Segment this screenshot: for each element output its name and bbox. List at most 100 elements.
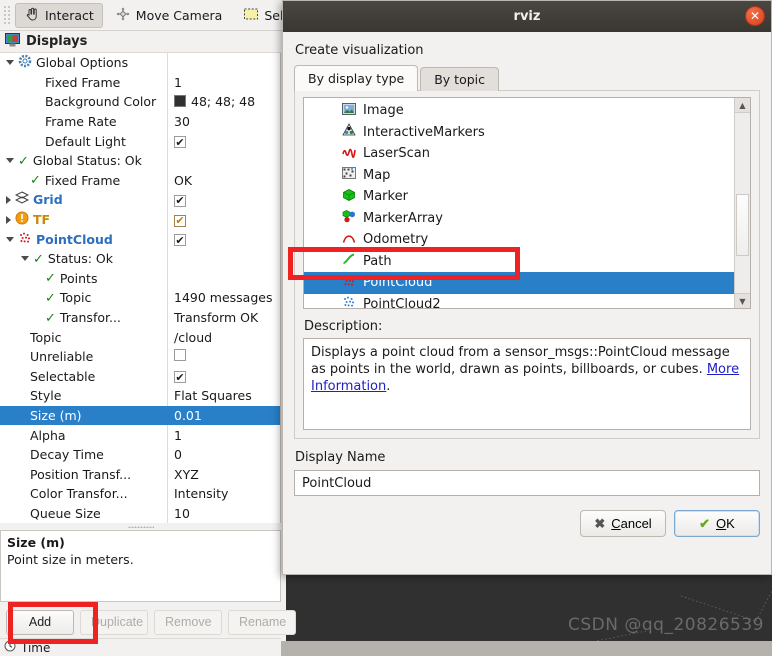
tree-row-topic[interactable]: ✓ Topic 1490 messages [0,288,280,308]
tree-row-value[interactable]: ✔ [171,212,280,227]
ok-button[interactable]: ✔ OK [674,510,760,537]
tree-row-decay-time[interactable]: Decay Time 0 [0,445,280,465]
check-icon: ✓ [33,251,44,267]
tree-row-position-transf[interactable]: Position Transf... XYZ [0,464,280,484]
display-type-item-image[interactable]: Image [304,100,750,122]
tree-row-value[interactable]: ✔ [171,192,280,207]
tree-row-background-color[interactable]: Background Color 48; 48; 48 [0,92,280,112]
tree-row-tf[interactable]: TF ✔ [0,210,280,230]
laserscan-icon [342,145,356,163]
add-button[interactable]: Add [6,609,74,635]
tree-row-label: Default Light [45,133,126,149]
collapse-arrow-icon[interactable] [6,236,14,242]
display-type-label: Marker [363,189,408,205]
display-type-list[interactable]: Image InteractiveMarkers LaserScan Map Marke… [303,97,751,309]
tree-row-label: Alpha [30,427,66,443]
tree-row-status-ok[interactable]: ✓ Status: Ok [0,249,280,269]
checkbox-checked[interactable]: ✔ [174,371,186,384]
checkbox-checked[interactable]: ✔ [174,194,186,207]
tree-row-value[interactable]: 30 [171,114,280,129]
tree-row-frame-rate[interactable]: Frame Rate 30 [0,112,280,132]
close-icon[interactable]: ✕ [745,6,765,26]
help-text: Point size in meters. [7,551,134,567]
tree-row-pointcloud[interactable]: PointCloud ✔ [0,229,280,249]
tree-row-selectable[interactable]: Selectable ✔ [0,367,280,387]
tree-row-default-light[interactable]: Default Light ✔ [0,131,280,151]
display-type-item-marker[interactable]: Marker [304,186,750,208]
tree-row-value[interactable]: ✔ [171,232,280,247]
tree-row-grid[interactable]: Grid ✔ [0,190,280,210]
scrollbar-thumb[interactable] [736,194,749,256]
tree-row-topic[interactable]: Topic/cloud [0,327,280,347]
tree-row-transfor[interactable]: ✓ Transfor... Transform OK [0,308,280,328]
scroll-up-icon[interactable]: ▲ [735,98,750,113]
tree-row-value[interactable]: OK [171,173,280,188]
checkbox-checked[interactable]: ✔ [174,214,186,227]
tab-by-topic[interactable]: By topic [420,67,500,91]
displays-tree[interactable]: Global Options Fixed Frame 1 Background Col… [0,53,281,523]
display-type-item-markerarray[interactable]: MarkerArray [304,208,750,230]
tree-row-value[interactable]: 0 [171,447,280,462]
tree-row-value[interactable]: Intensity [171,486,280,501]
dialog-title-bar[interactable]: rviz ✕ [283,1,771,32]
tree-row-value[interactable]: 10 [171,506,280,521]
tree-row-value[interactable]: 0.01 [171,408,280,423]
create-visualization-dialog[interactable]: rviz ✕ Create visualization By display t… [282,0,772,575]
tree-row-style[interactable]: Style Flat Squares [0,386,280,406]
display-type-item-map[interactable]: Map [304,165,750,187]
tree-row-value[interactable]: ✔ [171,134,280,149]
tool-move-camera[interactable]: Move Camera [106,3,232,28]
displays-dock-title: Displays [0,31,281,53]
cross-icon: ✖ [594,515,606,531]
display-type-item-laserscan[interactable]: LaserScan [304,143,750,165]
tree-row-points[interactable]: ✓ Points [0,269,280,289]
tree-row-value[interactable]: /cloud [171,330,280,345]
tree-row-global-options[interactable]: Global Options [0,53,280,73]
tree-row-value[interactable] [171,349,280,364]
tree-row-fixed-frame[interactable]: Fixed Frame 1 [0,73,280,93]
tree-row-value[interactable]: 1 [171,428,280,443]
display-type-item-pointcloud2[interactable]: PointCloud2 [304,294,750,308]
checkbox-checked[interactable]: ✔ [174,136,186,149]
dock-splitter[interactable] [0,523,281,530]
collapse-arrow-icon[interactable] [6,60,14,66]
checkbox-checked[interactable]: ✔ [174,234,186,247]
tree-row-queue-size[interactable]: Queue Size 10 [0,504,280,523]
color-value: 48; 48; 48 [191,93,256,109]
tree-row-color-transfor[interactable]: Color Transfor... Intensity [0,484,280,504]
display-type-item-pointcloud[interactable]: PointCloud [304,272,750,294]
expand-arrow-icon[interactable] [6,215,11,224]
checkbox-unchecked[interactable] [174,349,186,362]
cancel-button[interactable]: ✖ Cancel [580,510,666,537]
display-type-item-odometry[interactable]: Odometry [304,229,750,251]
tree-row-value[interactable]: ✔ [171,369,280,384]
tree-row-value[interactable]: 1 [171,75,280,90]
tree-row-value[interactable]: 1490 messages [171,290,280,305]
color-swatch[interactable] [174,95,186,108]
display-type-item-path[interactable]: Path [304,251,750,273]
tree-row-value[interactable]: Transform OK [171,310,280,325]
tree-row-value[interactable]: 48; 48; 48 [171,94,280,111]
tree-row-label: Global Options [36,55,129,71]
toolbar-drag-handle[interactable] [3,5,12,25]
tree-row-global-status-ok[interactable]: ✓ Global Status: Ok [0,151,280,171]
interactive-markers-icon [342,123,356,141]
tree-row-alpha[interactable]: Alpha 1 [0,425,280,445]
collapse-arrow-icon[interactable] [21,256,29,262]
display-type-scrollbar[interactable]: ▲ ▼ [734,98,750,308]
tree-row-value[interactable]: Flat Squares [171,388,280,403]
tree-row-unreliable[interactable]: Unreliable [0,347,280,367]
tree-row-fixed-frame[interactable]: ✓ Fixed Frame OK [0,171,280,191]
tab-by-display-type[interactable]: By display type [294,65,419,91]
expand-arrow-icon[interactable] [6,195,11,204]
tree-row-size-m[interactable]: Size (m) 0.01 [0,405,280,426]
display-name-input[interactable]: PointCloud [294,470,760,496]
tool-interact[interactable]: Interact [15,2,103,28]
display-type-item-interactivemarkers[interactable]: InteractiveMarkers [304,122,750,144]
tree-row-value[interactable]: XYZ [171,467,280,482]
description-text-tail: . [386,379,391,395]
dialog-button-row: ✖ Cancel ✔ OK [294,510,760,537]
collapse-arrow-icon[interactable] [6,158,14,164]
check-icon: ✓ [45,290,56,306]
scroll-down-icon[interactable]: ▼ [735,293,750,308]
